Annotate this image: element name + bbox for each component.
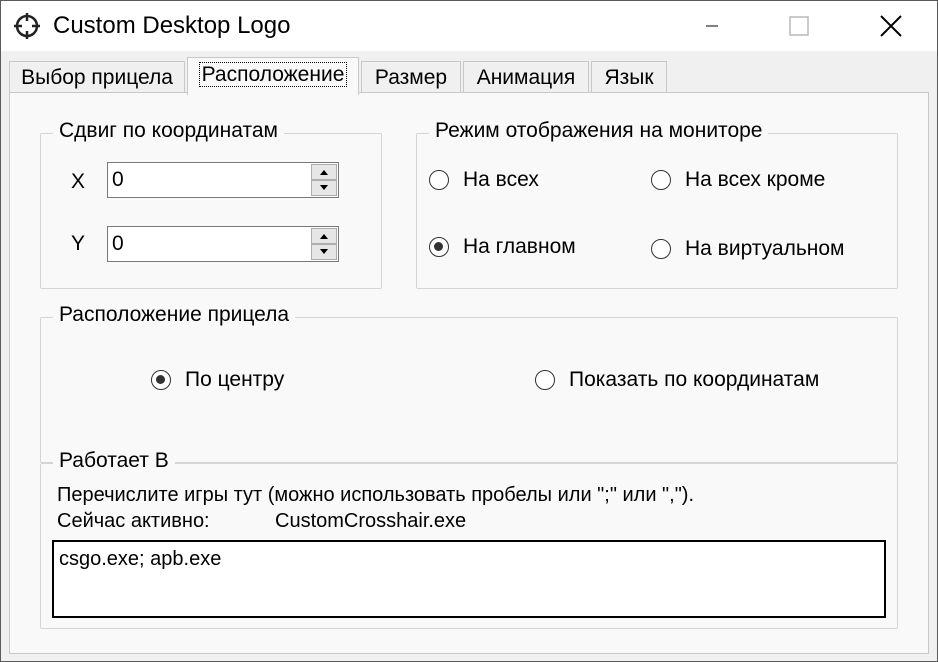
x-value: 0 bbox=[112, 168, 124, 191]
radio-main-monitor[interactable]: На главном bbox=[429, 235, 576, 259]
radio-circle bbox=[429, 170, 449, 190]
x-increment-button[interactable] bbox=[311, 164, 337, 180]
radio-all-monitors[interactable]: На всех bbox=[429, 168, 539, 192]
radio-all-except[interactable]: На всех кроме bbox=[651, 168, 825, 192]
monitor-mode-group-title: Режим отображения на мониторе bbox=[429, 119, 769, 143]
games-hint: Перечислите игры тут (можно использовать… bbox=[57, 484, 695, 506]
radio-virtual[interactable]: На виртуальном bbox=[651, 237, 845, 261]
radio-center[interactable]: По центру bbox=[151, 368, 284, 392]
active-label: Сейчас активно: bbox=[57, 510, 210, 532]
y-spinbox[interactable]: 0 bbox=[107, 226, 339, 262]
radio-circle-selected bbox=[151, 370, 171, 390]
tab-animation[interactable]: Анимация bbox=[463, 61, 589, 93]
monitor-mode-group: Режим отображения на мониторе На всех На… bbox=[416, 119, 898, 289]
tab-position[interactable]: Расположение bbox=[187, 57, 359, 95]
arrow-up-icon bbox=[320, 170, 328, 175]
y-spinner bbox=[311, 228, 337, 260]
minimize-button[interactable] bbox=[681, 1, 741, 51]
close-button[interactable] bbox=[861, 1, 921, 51]
arrow-up-icon bbox=[320, 234, 328, 239]
x-label: X bbox=[71, 170, 86, 193]
crosshair-icon bbox=[14, 13, 40, 39]
x-spinner bbox=[311, 164, 337, 196]
close-icon bbox=[880, 15, 902, 37]
tab-strip: Выбор прицела Расположение Размер Анимац… bbox=[9, 57, 929, 95]
minimize-icon bbox=[706, 25, 718, 27]
tab-size[interactable]: Размер bbox=[361, 61, 461, 93]
x-decrement-button[interactable] bbox=[311, 180, 337, 196]
radio-circle bbox=[535, 370, 555, 390]
radio-by-coordinates[interactable]: Показать по координатам bbox=[535, 368, 819, 392]
title-bar[interactable]: Custom Desktop Logo bbox=[1, 1, 937, 51]
radio-circle bbox=[651, 239, 671, 259]
x-spinbox[interactable]: 0 bbox=[107, 162, 339, 198]
crosshair-position-group-title: Расположение прицела bbox=[53, 303, 296, 327]
games-textarea[interactable]: csgo.exe; apb.exe bbox=[52, 540, 886, 618]
crosshair-position-group: Расположение прицела По центру Показать … bbox=[40, 303, 898, 463]
offset-group: Сдвиг по координатам X 0 Y 0 bbox=[40, 119, 382, 289]
arrow-down-icon bbox=[320, 249, 328, 254]
y-value: 0 bbox=[112, 232, 124, 255]
window-title: Custom Desktop Logo bbox=[53, 12, 291, 39]
arrow-down-icon bbox=[320, 185, 328, 190]
app-window: Custom Desktop Logo Выбор прицела Распол… bbox=[0, 0, 938, 662]
tab-crosshair-select[interactable]: Выбор прицела bbox=[9, 61, 185, 93]
radio-circle bbox=[651, 170, 671, 190]
tab-panel-position: Сдвиг по координатам X 0 Y 0 Режим отобр… bbox=[9, 92, 929, 654]
games-value: csgo.exe; apb.exe bbox=[59, 548, 222, 570]
y-increment-button[interactable] bbox=[311, 228, 337, 244]
tab-language[interactable]: Язык bbox=[591, 61, 667, 93]
maximize-icon bbox=[789, 16, 809, 36]
active-process: CustomCrosshair.exe bbox=[275, 510, 467, 532]
y-decrement-button[interactable] bbox=[311, 244, 337, 260]
works-in-group-title: Работает В bbox=[53, 449, 175, 473]
y-label: Y bbox=[71, 232, 86, 255]
maximize-button[interactable] bbox=[769, 1, 829, 51]
offset-group-title: Сдвиг по координатам bbox=[53, 119, 284, 143]
radio-circle-selected bbox=[429, 237, 449, 257]
